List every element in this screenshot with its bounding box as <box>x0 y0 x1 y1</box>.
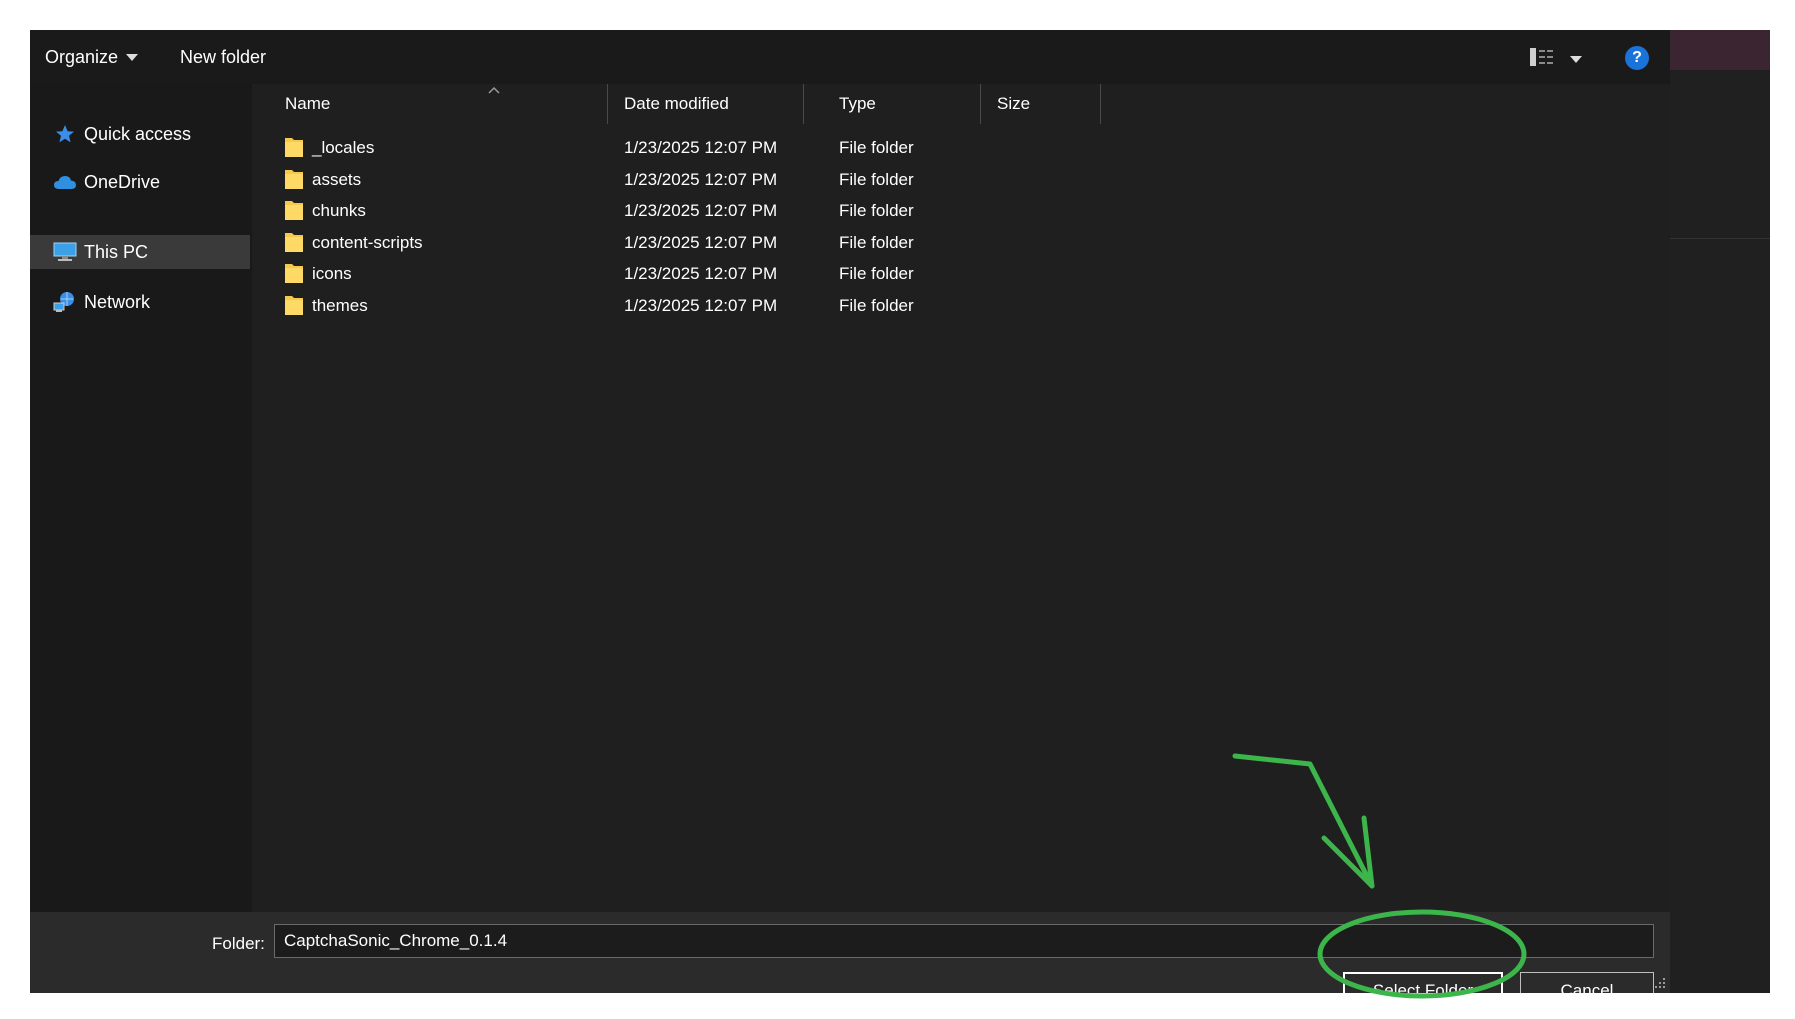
column-divider[interactable] <box>1100 84 1101 124</box>
file-name: chunks <box>312 201 366 220</box>
file-list-pane: Name Date modified Type Size _locales 1/… <box>252 84 1670 912</box>
nav-item-label: Quick access <box>84 123 192 144</box>
column-divider[interactable] <box>607 84 608 124</box>
folder-icon <box>285 138 303 157</box>
file-list: _locales 1/23/2025 12:07 PM File folder … <box>252 132 1670 321</box>
folder-icon <box>285 201 303 220</box>
column-divider[interactable] <box>980 84 981 124</box>
file-type: File folder <box>839 169 914 189</box>
file-date-modified: 1/23/2025 12:07 PM <box>624 232 778 252</box>
dialog-footer: Folder: Select Folder Cancel <box>30 912 1670 993</box>
star-icon <box>52 123 78 145</box>
cancel-button[interactable]: Cancel <box>1520 972 1654 993</box>
cloud-icon <box>52 171 78 193</box>
help-button[interactable]: ? <box>1625 46 1649 70</box>
file-name: icons <box>312 264 352 283</box>
column-header-type[interactable]: Type <box>831 84 981 124</box>
file-type: File folder <box>839 201 914 220</box>
nav-item-onedrive[interactable]: OneDrive <box>30 165 250 199</box>
nav-item-this-pc[interactable]: This PC <box>30 235 250 269</box>
background-window-titlebar <box>1670 30 1770 70</box>
file-name: assets <box>312 169 362 189</box>
change-view-button[interactable] <box>1530 46 1582 72</box>
nav-item-label: OneDrive <box>84 171 161 192</box>
divider <box>1670 238 1770 239</box>
column-header-row: Name Date modified Type Size <box>252 84 1670 124</box>
file-date-modified: 1/23/2025 12:07 PM <box>624 138 778 157</box>
folder-icon <box>285 264 303 283</box>
file-name: themes <box>312 295 368 315</box>
file-name: content-scripts <box>312 232 423 252</box>
new-folder-button[interactable]: New folder <box>180 44 266 70</box>
file-row[interactable]: chunks 1/23/2025 12:07 PM File folder <box>252 195 1670 227</box>
file-type: File folder <box>839 232 914 252</box>
file-type: File folder <box>839 295 914 315</box>
nav-item-quick-access[interactable]: Quick access <box>30 117 250 151</box>
file-date-modified: 1/23/2025 12:07 PM <box>624 201 778 220</box>
file-type: File folder <box>839 138 914 157</box>
file-name: _locales <box>312 138 375 157</box>
folder-field-label: Folder: <box>212 934 265 953</box>
file-row[interactable]: assets 1/23/2025 12:07 PM File folder <box>252 164 1670 196</box>
file-date-modified: 1/23/2025 12:07 PM <box>624 295 778 315</box>
nav-item-label: This PC <box>84 241 149 262</box>
select-folder-button[interactable]: Select Folder <box>1343 972 1503 993</box>
folder-icon <box>285 232 303 252</box>
folder-name-input[interactable] <box>274 924 1654 958</box>
column-header-size[interactable]: Size <box>989 84 1099 124</box>
file-date-modified: 1/23/2025 12:07 PM <box>624 264 778 283</box>
column-header-date-modified[interactable]: Date modified <box>616 84 801 124</box>
file-row[interactable]: themes 1/23/2025 12:07 PM File folder <box>252 290 1670 322</box>
file-row[interactable]: _locales 1/23/2025 12:07 PM File folder <box>252 132 1670 164</box>
nav-item-network[interactable]: Network <box>30 285 250 319</box>
file-date-modified: 1/23/2025 12:07 PM <box>624 169 778 189</box>
select-folder-dialog: Organize New folder ? Quick access OneDr… <box>30 30 1670 993</box>
column-divider[interactable] <box>803 84 804 124</box>
background-window-edge <box>1670 30 1770 993</box>
nav-item-label: Network <box>84 291 151 312</box>
network-icon <box>52 291 78 313</box>
file-type: File folder <box>839 264 914 283</box>
resize-grip-icon[interactable] <box>1654 977 1666 989</box>
organize-button[interactable]: Organize <box>45 44 139 70</box>
chevron-down-icon <box>126 53 139 61</box>
file-row[interactable]: icons 1/23/2025 12:07 PM File folder <box>252 258 1670 290</box>
organize-label: Organize <box>45 46 119 67</box>
column-header-name[interactable]: Name <box>277 84 607 124</box>
folder-icon <box>285 295 303 315</box>
file-row[interactable]: content-scripts 1/23/2025 12:07 PM File … <box>252 227 1670 259</box>
details-view-icon <box>1530 47 1556 72</box>
help-icon: ? <box>1632 49 1642 66</box>
chevron-down-icon <box>1570 55 1582 63</box>
computer-icon <box>52 241 78 263</box>
toolbar: Organize New folder ? <box>30 30 1670 84</box>
folder-icon <box>285 169 303 189</box>
navigation-pane: Quick access OneDrive This PC Network <box>30 84 252 912</box>
